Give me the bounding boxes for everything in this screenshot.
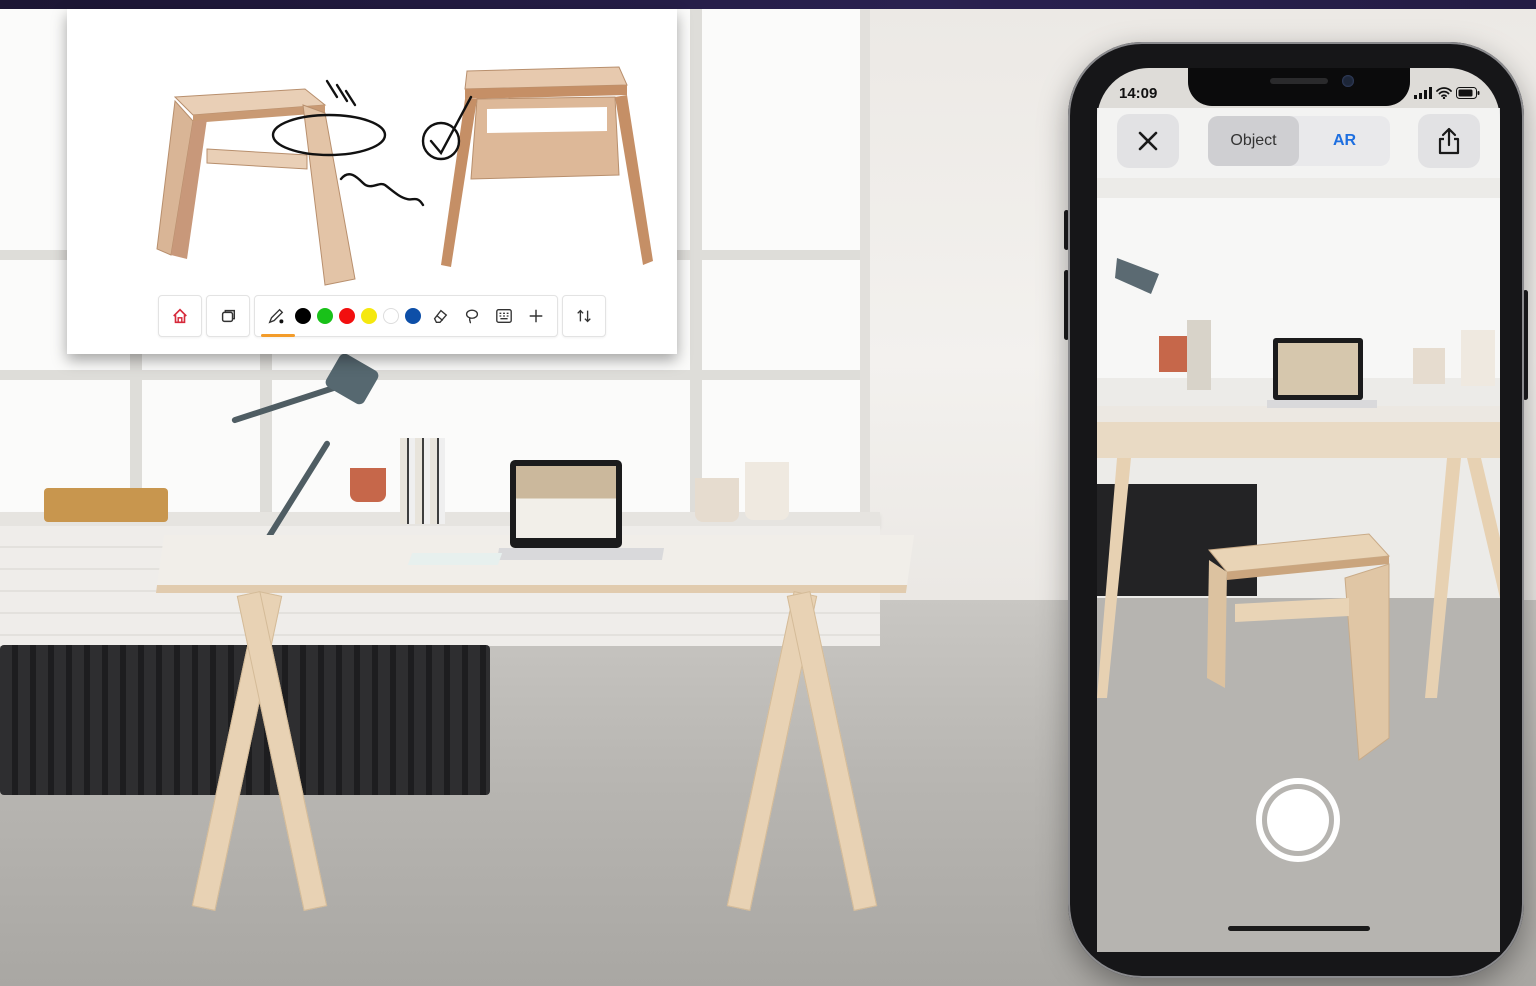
segment-object[interactable]: Object [1208,116,1299,166]
annotation-toolbar [158,295,606,337]
eraser-icon[interactable] [425,301,455,331]
wifi-icon [1436,87,1452,99]
plus-icon[interactable] [521,301,551,331]
battery-icon [1456,87,1480,99]
plant-pot [745,462,789,520]
laptop [510,460,622,548]
stool-sketch-canvas[interactable] [67,9,677,299]
left-stool-image [156,88,356,286]
keyboard-icon[interactable] [489,301,519,331]
status-time: 14:09 [1119,85,1158,102]
close-icon [1138,131,1158,151]
shutter-button-inner [1267,789,1329,851]
swap-vertical-icon[interactable] [569,301,599,331]
color-swatch-red[interactable] [339,308,355,324]
toolbar-drawing-group [254,295,558,337]
signal-icon [1414,87,1432,99]
toolbar-pages-group [206,295,250,337]
plant-pot [695,478,739,522]
view-mode-segmented-control: Object AR [1208,116,1390,166]
status-icons [1414,87,1480,99]
color-swatch-yellow[interactable] [361,308,377,324]
cork-box [44,488,168,522]
color-swatch-white[interactable] [383,308,399,324]
top-border [0,0,1536,9]
window-mullion [0,370,860,380]
share-icon [1438,127,1460,155]
right-stool-image [441,66,653,267]
pen-active-indicator [261,334,295,337]
plant-pot [350,468,386,502]
annotation-card [67,9,677,354]
toolbar-home-group [158,295,202,337]
window-mullion [690,9,702,519]
phone-notch [1188,68,1410,106]
color-swatch-green[interactable] [317,308,333,324]
pen-icon[interactable] [261,301,291,331]
notebook [407,553,503,565]
segment-ar[interactable]: AR [1299,116,1390,166]
close-button[interactable] [1117,114,1179,168]
toolbar-swap-group [562,295,606,337]
share-button[interactable] [1418,114,1480,168]
pages-icon[interactable] [213,301,243,331]
shutter-button[interactable] [1256,778,1340,862]
color-swatch-blue[interactable] [405,308,421,324]
color-swatch-black[interactable] [295,308,311,324]
front-camera [1342,75,1354,87]
phone-speaker [1270,78,1328,84]
lasso-icon[interactable] [457,301,487,331]
home-icon[interactable] [165,301,195,331]
home-indicator[interactable] [1228,926,1370,931]
books [400,438,445,524]
laptop-base [496,548,665,560]
